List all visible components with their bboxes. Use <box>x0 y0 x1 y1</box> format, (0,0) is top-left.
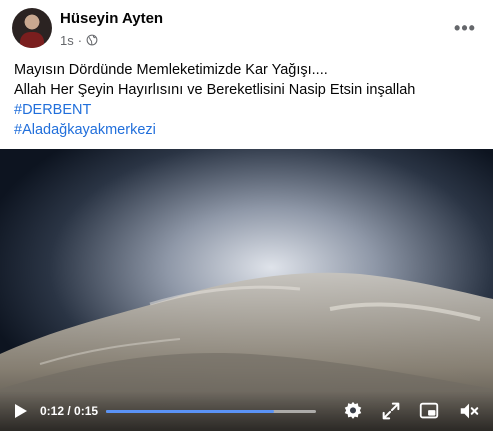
video-progress-bar[interactable] <box>106 410 316 413</box>
video-progress-fill <box>106 410 274 413</box>
picture-in-picture-icon[interactable] <box>418 400 440 422</box>
hashtag-link[interactable]: #DERBENT <box>14 100 482 120</box>
video-controls: 0:12 / 0:15 <box>0 391 493 431</box>
mute-icon[interactable] <box>458 400 480 422</box>
author-name[interactable]: Hüseyin Ayten <box>60 10 163 27</box>
avatar[interactable] <box>12 8 52 48</box>
post-header: Hüseyin Ayten 1s · ••• <box>0 0 493 56</box>
video-player[interactable]: 0:12 / 0:15 <box>0 149 493 431</box>
more-options-icon[interactable]: ••• <box>451 14 479 42</box>
settings-icon[interactable] <box>342 400 364 422</box>
avatar-figure <box>20 32 44 48</box>
meta-separator: · <box>77 32 83 48</box>
hashtag-link[interactable]: #Aladağkayakmerkezi <box>14 120 482 140</box>
post-timestamp[interactable]: 1s <box>60 33 74 48</box>
video-time: 0:12 / 0:15 <box>40 404 99 418</box>
video-frame <box>0 149 493 431</box>
post-text-line: Mayısın Dördünde Memleketimizde Kar Yağı… <box>14 62 328 78</box>
globe-icon[interactable] <box>86 34 98 46</box>
post-meta: 1s · <box>60 32 98 48</box>
post-text-line: Allah Her Şeyin Hayırlısını ve Bereketli… <box>14 82 416 98</box>
fullscreen-icon[interactable] <box>380 400 402 422</box>
post-text: Mayısın Dördünde Memleketimizde Kar Yağı… <box>14 60 482 140</box>
play-icon[interactable] <box>10 401 30 421</box>
